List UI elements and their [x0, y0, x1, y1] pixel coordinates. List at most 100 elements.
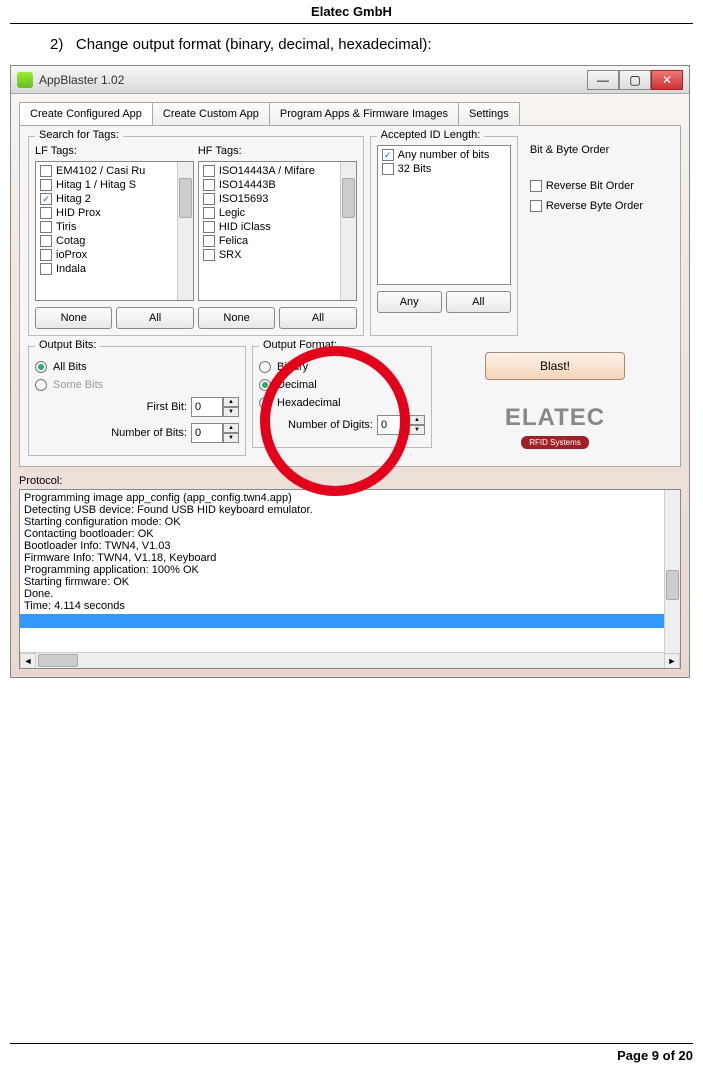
checkbox-icon: [40, 207, 52, 219]
radio-label: All Bits: [53, 361, 87, 373]
window-title: AppBlaster 1.02: [39, 73, 587, 87]
number-of-bits-input[interactable]: [191, 423, 223, 443]
maximize-button[interactable]: ▢: [619, 70, 651, 90]
group-accepted-id-length: Accepted ID Length: ✓Any number of bits3…: [370, 136, 518, 336]
list-item[interactable]: Indala: [36, 262, 193, 276]
checkbox-icon: [40, 221, 52, 233]
checkbox-icon: [40, 165, 52, 177]
accepted-id-list[interactable]: ✓Any number of bits32 Bits: [377, 145, 511, 285]
protocol-line: Contacting bootloader: OK: [24, 528, 676, 540]
checkbox-icon: [203, 249, 215, 261]
list-item-label: Indala: [56, 263, 86, 275]
hf-none-button[interactable]: None: [198, 307, 275, 329]
list-item[interactable]: Tiris: [36, 220, 193, 234]
scroll-left-icon[interactable]: ◄: [20, 653, 36, 669]
group-title: Search for Tags:: [35, 129, 123, 141]
scrollbar[interactable]: [177, 162, 193, 300]
group-output-bits: Output Bits: All Bits Some Bits First Bi…: [28, 346, 246, 456]
lf-all-button[interactable]: All: [116, 307, 193, 329]
list-item[interactable]: Legic: [199, 206, 356, 220]
reverse-bit-order-checkbox[interactable]: Reverse Bit Order: [530, 180, 666, 192]
group-output-format: Output Format: Binary Decimal Hexadecima…: [252, 346, 432, 448]
list-item-label: Cotag: [56, 235, 85, 247]
reverse-byte-order-checkbox[interactable]: Reverse Byte Order: [530, 200, 666, 212]
number-of-digits-spinner[interactable]: ▲▼: [377, 415, 425, 435]
list-item-label: Hitag 1 / Hitag S: [56, 179, 136, 191]
number-of-bits-spinner[interactable]: ▲▼: [191, 423, 239, 443]
list-item[interactable]: SRX: [199, 248, 356, 262]
list-item[interactable]: ISO15693: [199, 192, 356, 206]
spin-up-icon[interactable]: ▲: [223, 423, 239, 433]
hf-tags-list[interactable]: ISO14443A / MifareISO14443BISO15693 Legic…: [198, 161, 357, 301]
list-item-label: Any number of bits: [398, 149, 490, 161]
first-bit-input[interactable]: [191, 397, 223, 417]
list-item-label: Tiris: [56, 221, 76, 233]
list-item[interactable]: ioProx: [36, 248, 193, 262]
list-item-label: SRX: [219, 249, 242, 261]
scrollbar[interactable]: [340, 162, 356, 300]
checkbox-label: Reverse Byte Order: [546, 200, 643, 212]
list-item[interactable]: Hitag 1 / Hitag S: [36, 178, 193, 192]
spin-down-icon[interactable]: ▼: [223, 433, 239, 443]
scrollbar-horizontal[interactable]: ◄ ►: [20, 652, 664, 668]
hf-all-button[interactable]: All: [279, 307, 356, 329]
minimize-button[interactable]: —: [587, 70, 619, 90]
list-item[interactable]: Felica: [199, 234, 356, 248]
list-item[interactable]: ISO14443A / Mifare: [199, 164, 356, 178]
elatec-logo: ELATEC RFID Systems: [505, 404, 605, 450]
checkbox-icon: [203, 235, 215, 247]
list-item[interactable]: ✓Hitag 2: [36, 192, 193, 206]
hf-tags-label: HF Tags:: [198, 145, 357, 157]
accepted-any-button[interactable]: Any: [377, 291, 442, 313]
step-number: 2): [50, 36, 63, 53]
list-item[interactable]: EM4102 / Casi Ru: [36, 164, 193, 178]
tab-create-custom-app[interactable]: Create Custom App: [152, 102, 270, 125]
spin-down-icon[interactable]: ▼: [223, 407, 239, 417]
list-item[interactable]: ✓Any number of bits: [378, 148, 510, 162]
spin-down-icon[interactable]: ▼: [409, 425, 425, 435]
list-item-label: ISO15693: [219, 193, 269, 205]
protocol-line: Time: 4.114 seconds: [24, 600, 676, 612]
blast-button[interactable]: Blast!: [485, 352, 625, 380]
radio-binary[interactable]: Binary: [259, 361, 425, 373]
radio-hexadecimal[interactable]: Hexadecimal: [259, 397, 425, 409]
titlebar[interactable]: AppBlaster 1.02 — ▢ ✕: [11, 66, 689, 94]
checkbox-icon: [203, 179, 215, 191]
list-item[interactable]: Cotag: [36, 234, 193, 248]
radio-some-bits[interactable]: Some Bits: [35, 379, 239, 391]
accepted-all-button[interactable]: All: [446, 291, 511, 313]
number-of-digits-label: Number of Digits:: [288, 419, 373, 431]
list-item-label: HID Prox: [56, 207, 101, 219]
checkbox-icon: [203, 193, 215, 205]
radio-icon: [259, 379, 271, 391]
list-item[interactable]: HID iClass: [199, 220, 356, 234]
protocol-textbox[interactable]: Programming image app_config (app_config…: [19, 489, 681, 669]
list-item[interactable]: HID Prox: [36, 206, 193, 220]
doc-footer: Page 9 of 20: [10, 1043, 693, 1063]
list-item[interactable]: 32 Bits: [378, 162, 510, 176]
selection-highlight: [20, 614, 680, 628]
spin-up-icon[interactable]: ▲: [223, 397, 239, 407]
first-bit-spinner[interactable]: ▲▼: [191, 397, 239, 417]
number-of-digits-input[interactable]: [377, 415, 409, 435]
lf-none-button[interactable]: None: [35, 307, 112, 329]
tab-program-apps-firmware[interactable]: Program Apps & Firmware Images: [269, 102, 459, 125]
logo-text: ELATEC: [505, 404, 605, 432]
lf-tags-list[interactable]: EM4102 / Casi RuHitag 1 / Hitag S✓Hitag …: [35, 161, 194, 301]
tab-settings[interactable]: Settings: [458, 102, 520, 125]
list-item[interactable]: ISO14443B: [199, 178, 356, 192]
scrollbar[interactable]: [664, 490, 680, 668]
close-button[interactable]: ✕: [651, 70, 683, 90]
scroll-right-icon[interactable]: ►: [664, 653, 680, 669]
radio-all-bits[interactable]: All Bits: [35, 361, 239, 373]
radio-decimal[interactable]: Decimal: [259, 379, 425, 391]
checkbox-icon: [203, 165, 215, 177]
tab-create-configured-app[interactable]: Create Configured App: [19, 102, 153, 125]
list-item-label: Legic: [219, 207, 245, 219]
number-of-bits-label: Number of Bits:: [111, 427, 187, 439]
spin-up-icon[interactable]: ▲: [409, 415, 425, 425]
tab-content: Search for Tags: LF Tags: EM4102 / Casi …: [19, 125, 681, 467]
checkbox-icon: [382, 163, 394, 175]
protocol-line: Starting firmware: OK: [24, 576, 676, 588]
list-item-label: HID iClass: [219, 221, 271, 233]
